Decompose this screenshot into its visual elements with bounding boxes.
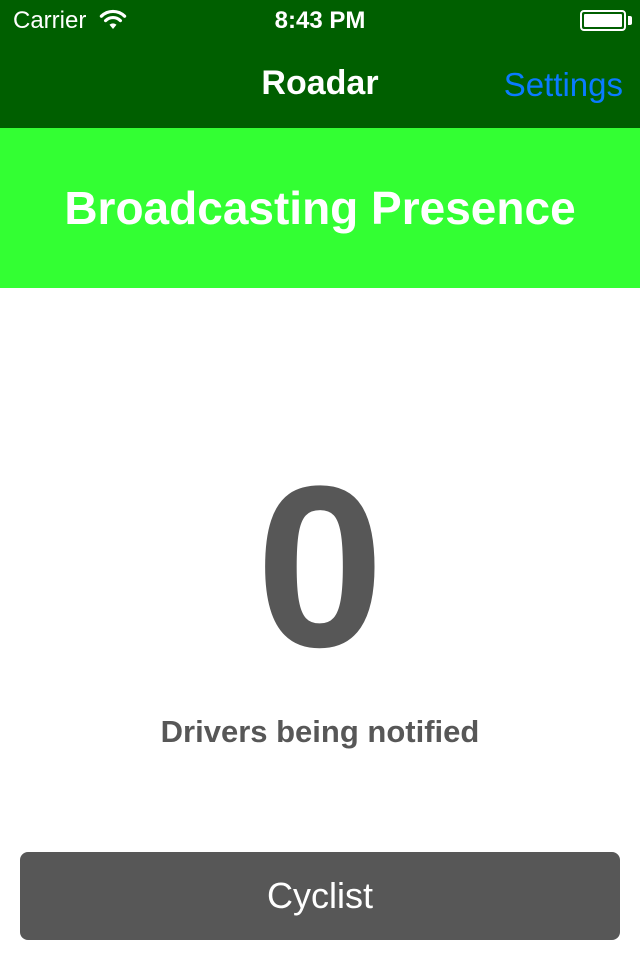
status-bar: Carrier 8:43 PM (0, 0, 640, 40)
clock: 8:43 PM (274, 7, 366, 34)
battery-tip-icon (628, 16, 632, 25)
status-text: Broadcasting Presence (64, 182, 576, 234)
battery-icon (580, 10, 626, 31)
cyclist-mode-button[interactable]: Cyclist (20, 852, 620, 940)
driver-count-caption: Drivers being notified (160, 714, 480, 749)
top-bar: Carrier 8:43 PM Roadar Settings (0, 0, 640, 128)
driver-count: 0 (256, 438, 384, 695)
status-banner: Broadcasting Presence (0, 128, 640, 288)
settings-button[interactable]: Settings (504, 66, 623, 104)
